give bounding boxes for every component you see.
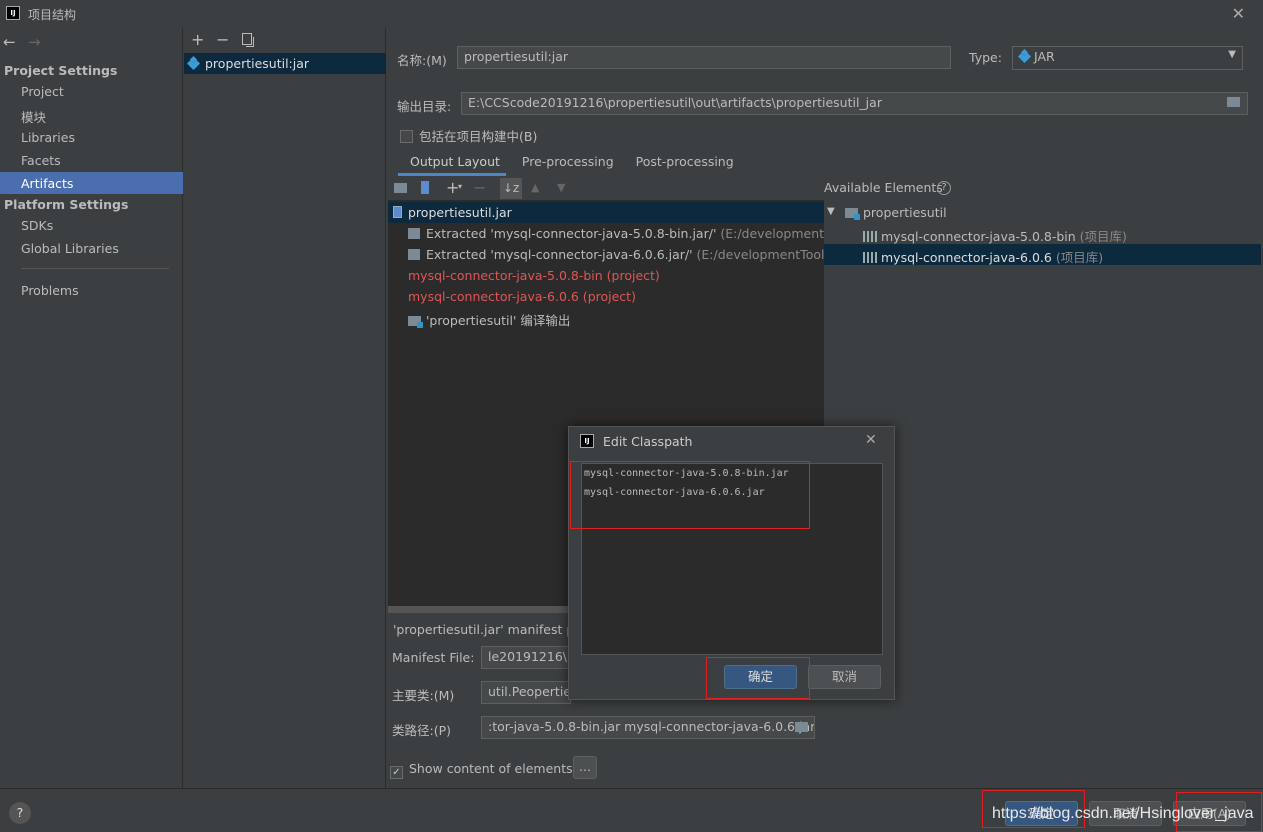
add-artifact-icon[interactable]: +: [191, 30, 204, 49]
title-bar: IJ 项目结构 ✕: [0, 0, 1263, 28]
new-folder-icon[interactable]: [394, 183, 407, 193]
platform-settings-header: Platform Settings: [4, 197, 129, 212]
tree-row-root[interactable]: propertiesutil.jar: [393, 205, 512, 220]
edit-classpath-dialog: IJ Edit Classpath ✕ mysql-connector-java…: [568, 426, 895, 700]
available-item-2[interactable]: mysql-connector-java-6.0.6 (项目库): [863, 247, 1103, 266]
name-label: 名称:(M): [397, 53, 447, 68]
watermark: https://blog.csdn.net/Hsinglover_java: [992, 805, 1254, 822]
checked-icon[interactable]: ✓: [390, 766, 403, 779]
tab-output-layout[interactable]: Output Layout: [410, 154, 500, 169]
project-settings-header: Project Settings: [4, 63, 118, 78]
folder-icon: [408, 316, 423, 328]
sidebar-item-problems[interactable]: Problems: [21, 283, 79, 298]
main-class-field[interactable]: util.Peoperties: [481, 681, 571, 704]
window-close-icon[interactable]: ✕: [1232, 4, 1245, 23]
move-down-icon[interactable]: ▼: [557, 181, 565, 194]
manifest-file-field[interactable]: le20191216\pr: [481, 646, 571, 669]
include-build-checkbox[interactable]: 包括在项目构建中(B): [400, 126, 537, 145]
output-dir-field[interactable]: E:\CCScode20191216\propertiesutil\out\ar…: [461, 92, 1248, 115]
classpath-browse-icon[interactable]: [795, 722, 808, 732]
pane-splitter[interactable]: [388, 606, 568, 613]
remove-artifact-icon[interactable]: −: [216, 30, 229, 49]
sidebar-item-sdks[interactable]: SDKs: [21, 218, 53, 233]
sort-icon[interactable]: ↓z: [500, 178, 522, 199]
chevron-down-icon: ▼: [1228, 49, 1236, 60]
tree-row-compile-output[interactable]: 'propertiesutil' 编译输出: [408, 310, 570, 329]
jar-icon: [393, 206, 402, 218]
classpath-field[interactable]: :tor-java-5.0.8-bin.jar mysql-connector-…: [481, 716, 815, 739]
manifest-info: 'propertiesutil.jar' manifest pro: [393, 622, 587, 637]
move-up-icon[interactable]: ▲: [531, 181, 539, 194]
classpath-label: 类路径:(P): [392, 723, 452, 738]
tree-row-library-2[interactable]: mysql-connector-java-6.0.6 (project): [408, 289, 636, 304]
checkbox-box[interactable]: [400, 130, 413, 143]
artifact-list-pane: [184, 28, 386, 788]
sidebar-item-facets[interactable]: Facets: [21, 153, 61, 168]
extracted-icon: [408, 249, 420, 260]
show-content-checkbox[interactable]: ✓ Show content of elements: [390, 761, 573, 779]
available-item-1[interactable]: mysql-connector-java-5.0.8-bin (项目库): [863, 226, 1127, 245]
add-dropdown-icon[interactable]: ▾: [458, 182, 462, 191]
layout-toolbar: + ▾ − ↓z ▲ ▼: [388, 178, 824, 200]
available-elements-title: Available Elements: [824, 180, 943, 195]
module-folder-icon: [845, 208, 860, 220]
dialog-cancel-button[interactable]: 取消: [808, 665, 881, 689]
remove-element-icon[interactable]: −: [473, 178, 486, 197]
copy-artifact-icon[interactable]: [242, 33, 252, 45]
dialog-close-icon[interactable]: ✕: [865, 432, 877, 448]
artifact-list-item[interactable]: propertiesutil:jar: [186, 55, 309, 71]
more-button[interactable]: ...: [573, 756, 597, 779]
library-icon: [863, 231, 877, 242]
dialog-title: Edit Classpath: [603, 434, 693, 449]
sidebar-item-project[interactable]: Project: [21, 84, 64, 99]
tab-post-processing[interactable]: Post-processing: [636, 154, 734, 169]
intellij-logo-icon: IJ: [6, 6, 20, 20]
tree-row-extracted-2[interactable]: Extracted 'mysql-connector-java-6.0.6.ja…: [408, 247, 824, 262]
main-class-label: 主要类:(M): [392, 688, 455, 703]
back-arrow-icon[interactable]: ←: [3, 33, 16, 51]
manifest-file-label: Manifest File:: [392, 650, 475, 665]
sidebar-item-modules[interactable]: 模块: [21, 107, 46, 126]
artifact-diamond-icon: [186, 55, 201, 71]
output-dir-label: 输出目录:: [397, 99, 452, 114]
forward-arrow-icon[interactable]: →: [28, 33, 41, 51]
highlight-box: [706, 657, 810, 699]
tree-row-library-1[interactable]: mysql-connector-java-5.0.8-bin (project): [408, 268, 660, 283]
library-icon: [863, 252, 877, 263]
window-title: 项目结构: [28, 8, 77, 22]
sidebar-item-global-libraries[interactable]: Global Libraries: [21, 241, 119, 256]
jar-diamond-icon: [1017, 48, 1032, 64]
sidebar-divider: [21, 268, 169, 269]
sidebar-item-artifacts[interactable]: Artifacts: [21, 176, 73, 191]
available-root[interactable]: propertiesutil: [845, 205, 947, 220]
sidebar-item-libraries[interactable]: Libraries: [21, 130, 75, 145]
type-label: Type:: [969, 50, 1002, 65]
browse-folder-icon[interactable]: [1227, 97, 1240, 107]
name-field[interactable]: propertiesutil:jar: [457, 46, 951, 69]
new-archive-icon[interactable]: [421, 181, 429, 194]
tree-row-extracted-1[interactable]: Extracted 'mysql-connector-java-5.0.8-bi…: [408, 226, 824, 241]
bottom-bar: ? 确定 取消 应用(A) https://blog.csdn.net/Hsin…: [0, 788, 1263, 832]
expand-arrow-icon[interactable]: ▼: [827, 206, 835, 217]
extracted-icon: [408, 228, 420, 239]
active-tab-indicator: [398, 173, 506, 176]
artifact-tabs: Output Layout Pre-processing Post-processi…: [410, 154, 756, 169]
dialog-logo-icon: IJ: [580, 434, 594, 448]
help-icon[interactable]: ?: [937, 181, 951, 195]
highlight-box: [570, 461, 810, 529]
help-icon[interactable]: ?: [9, 802, 31, 824]
type-dropdown[interactable]: JAR ▼: [1012, 46, 1243, 70]
tab-pre-processing[interactable]: Pre-processing: [522, 154, 614, 169]
